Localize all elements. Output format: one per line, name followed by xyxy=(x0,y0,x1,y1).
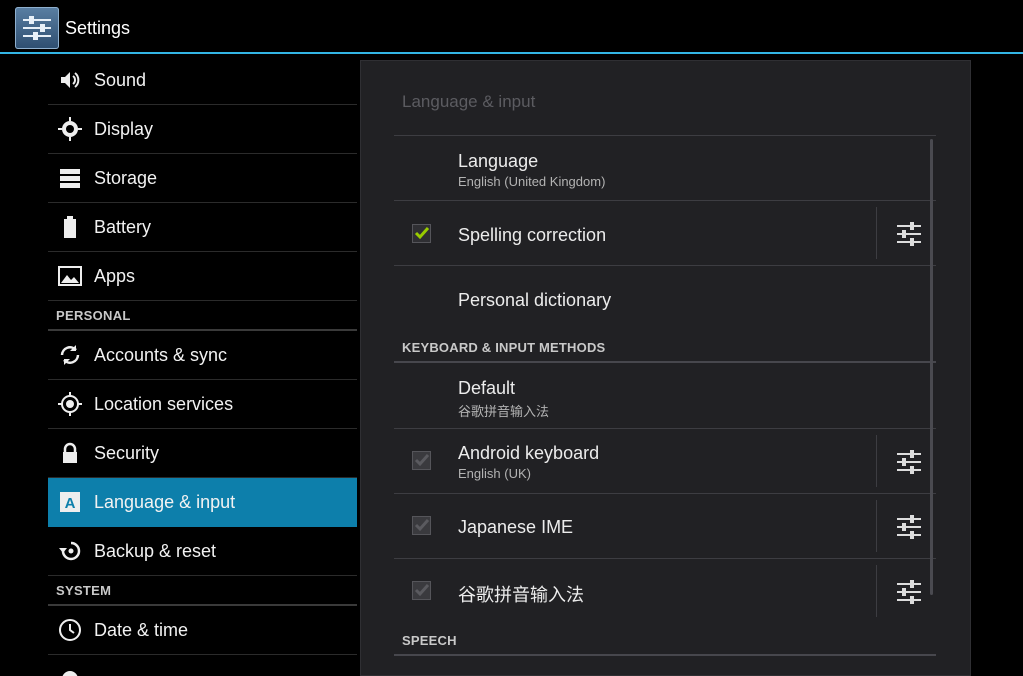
language-icon: A xyxy=(60,492,80,512)
divider xyxy=(876,435,877,487)
pref-summary: 谷歌拼音输入法 xyxy=(458,404,550,419)
brightness-icon xyxy=(58,117,82,141)
sidebar-item-language-input[interactable]: A Language & input xyxy=(48,478,357,527)
sidebar-item-label: Storage xyxy=(94,167,158,188)
pref-android-keyboard[interactable]: Android keyboard English (UK) xyxy=(394,429,936,493)
settings-sliders-icon xyxy=(23,16,51,40)
sidebar-item-label: Location services xyxy=(94,393,234,414)
pref-summary: English (UK) xyxy=(458,466,531,481)
sync-icon xyxy=(60,345,80,365)
sidebar-item-label: Display xyxy=(94,118,154,139)
sidebar-item-label: Security xyxy=(94,442,160,463)
settings-sliders-icon[interactable] xyxy=(896,514,922,540)
scrollbar[interactable] xyxy=(930,139,933,595)
sidebar-item-date-time[interactable]: Date & time xyxy=(48,606,357,655)
pref-title: Personal dictionary xyxy=(458,290,612,310)
language-input-panel: Language & input Language English (Unite… xyxy=(360,60,971,676)
divider xyxy=(876,207,877,259)
sidebar-item-partial[interactable] xyxy=(48,655,357,676)
google-pinyin-checkbox[interactable] xyxy=(412,581,431,600)
speaker-icon xyxy=(61,72,80,88)
settings-sliders-icon[interactable] xyxy=(896,449,922,475)
divider xyxy=(394,654,936,656)
panel-title: Language & input xyxy=(402,92,536,111)
pref-spelling-correction[interactable]: Spelling correction xyxy=(394,201,936,265)
pref-title: Android keyboard xyxy=(458,443,600,463)
pref-summary: English (United Kingdom) xyxy=(458,174,606,189)
checkmark-icon xyxy=(414,454,430,467)
sidebar-item-label: Battery xyxy=(94,216,152,237)
settings-sidebar: Sound Display Storage Battery Apps PERSO… xyxy=(48,56,357,676)
spelling-checkbox[interactable] xyxy=(412,224,431,243)
sidebar-item-label: Apps xyxy=(94,265,136,286)
pref-title: 谷歌拼音输入法 xyxy=(458,585,584,605)
sidebar-item-sound[interactable]: Sound xyxy=(48,56,357,105)
gear-icon xyxy=(62,671,78,676)
settings-app-icon[interactable] xyxy=(15,7,59,49)
sidebar-item-storage[interactable]: Storage xyxy=(48,154,357,203)
pref-language[interactable]: Language English (United Kingdom) xyxy=(394,136,936,200)
japanese-ime-checkbox[interactable] xyxy=(412,516,431,535)
pref-japanese-ime[interactable]: Japanese IME xyxy=(394,494,936,558)
battery-icon xyxy=(64,216,76,238)
sidebar-header-personal: PERSONAL xyxy=(48,301,357,331)
sidebar-item-label: Sound xyxy=(94,69,147,90)
svg-text:A: A xyxy=(65,495,76,512)
divider xyxy=(876,500,877,552)
sidebar-item-label: Date & time xyxy=(94,619,189,640)
sidebar-item-security[interactable]: Security xyxy=(48,429,357,478)
lock-icon xyxy=(63,442,77,463)
pref-title: Language xyxy=(458,151,539,171)
backup-icon xyxy=(59,541,81,561)
storage-icon xyxy=(60,169,80,188)
sidebar-item-apps[interactable]: Apps xyxy=(48,252,357,301)
clock-icon xyxy=(59,619,81,641)
pref-personal-dictionary[interactable]: Personal dictionary xyxy=(394,266,936,330)
pref-title: Default xyxy=(458,378,516,398)
section-header-speech: SPEECH xyxy=(402,633,457,648)
android-keyboard-checkbox[interactable] xyxy=(412,451,431,470)
pref-google-pinyin[interactable]: 谷歌拼音输入法 xyxy=(394,559,936,623)
sidebar-item-label: Accounts & sync xyxy=(94,344,228,365)
apps-icon xyxy=(58,266,82,286)
location-icon xyxy=(58,392,82,416)
settings-sliders-icon[interactable] xyxy=(896,221,922,247)
sidebar-item-location-services[interactable]: Location services xyxy=(48,380,357,429)
checkmark-icon xyxy=(414,227,430,240)
pref-default[interactable]: Default 谷歌拼音输入法 xyxy=(394,363,936,427)
pref-title: Japanese IME xyxy=(458,517,574,537)
settings-sliders-icon[interactable] xyxy=(896,579,922,605)
action-bar: Settings xyxy=(0,0,1023,54)
checkmark-icon xyxy=(414,519,430,532)
divider xyxy=(876,565,877,617)
sidebar-item-label: Backup & reset xyxy=(94,540,217,561)
sidebar-header-system: SYSTEM xyxy=(48,576,357,606)
checkmark-icon xyxy=(414,584,430,597)
app-title: Settings xyxy=(65,18,131,38)
sidebar-item-display[interactable]: Display xyxy=(48,105,357,154)
sidebar-item-battery[interactable]: Battery xyxy=(48,203,357,252)
sidebar-item-label: Language & input xyxy=(94,491,236,512)
sidebar-item-accounts-sync[interactable]: Accounts & sync xyxy=(48,331,357,380)
sidebar-item-backup-reset[interactable]: Backup & reset xyxy=(48,527,357,576)
pref-title: Spelling correction xyxy=(458,225,607,245)
section-header-keyboard: KEYBOARD & INPUT METHODS xyxy=(402,340,606,355)
